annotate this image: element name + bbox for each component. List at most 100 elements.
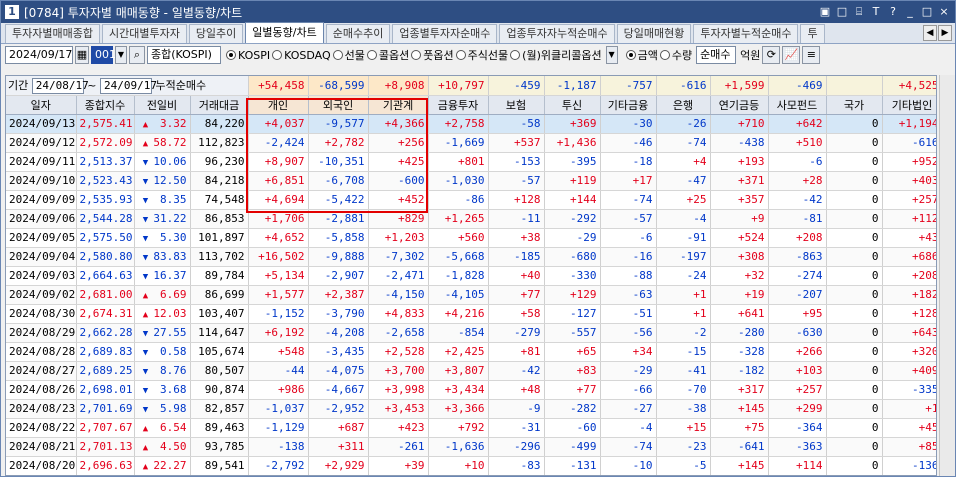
column-header[interactable]: 금융투자 <box>428 95 489 115</box>
market-radio-3[interactable]: 콜옵션 <box>366 47 409 63</box>
date-cell: 2024/08/20 <box>6 456 77 475</box>
weekly-dropdown-icon[interactable]: ▼ <box>605 46 618 64</box>
column-header[interactable]: 일자 <box>6 95 77 115</box>
value-cell: +6,851 <box>248 171 309 191</box>
table-row[interactable]: 2024/08/26 2,698.01 ▼ 3.68 90,874 +986 -4,667 +… <box>6 380 936 400</box>
table-row[interactable]: 2024/08/29 2,662.28 ▼ 27.55 114,647 +6,192 -4,… <box>6 323 936 343</box>
column-header[interactable]: 연기금등 <box>710 95 769 115</box>
chart-icon[interactable]: 📈 <box>782 46 801 64</box>
table-row[interactable]: 2024/08/30 2,674.31 ▲ 12.03 103,407 -1,152 -3,… <box>6 304 936 324</box>
column-header[interactable]: 개인 <box>248 95 309 115</box>
volume-cell: 96,230 <box>190 152 249 172</box>
table-row[interactable]: 2024/08/22 2,707.67 ▲ 6.54 89,463 -1,129 +687 +… <box>6 418 936 438</box>
dropdown-icon[interactable]: ▼ <box>115 46 127 64</box>
value-cell: -2 <box>656 323 711 343</box>
market-radio-0[interactable]: KOSPI <box>226 49 270 62</box>
window-button-7[interactable]: × <box>937 4 951 19</box>
value-cell: +95 <box>768 304 827 324</box>
search-icon[interactable]: ⌕ <box>129 46 145 64</box>
tab-7[interactable]: 당일매매현황 <box>616 24 692 43</box>
volume-cell: 80,507 <box>190 361 249 381</box>
table-row[interactable]: 2024/08/27 2,689.25 ▼ 8.76 80,507 -44 -4,075 +3… <box>6 361 936 381</box>
window-button-0[interactable]: ▣ <box>818 4 832 19</box>
value-cell: -274 <box>768 266 827 286</box>
vertical-scrollbar[interactable] <box>939 75 955 476</box>
value-cell: -1,636 <box>428 437 489 457</box>
table-row[interactable]: 2024/09/10 2,523.43 ▼ 12.50 84,218 +6,851 -6,7… <box>6 171 936 191</box>
unit-label: 억원 <box>740 49 761 62</box>
value-cell: -3,790 <box>308 304 369 324</box>
column-header[interactable]: 거래대금 <box>190 95 249 115</box>
window-button-6[interactable]: □ <box>920 4 934 19</box>
table-row[interactable]: 2024/09/03 2,664.63 ▼ 16.37 89,784 +5,134 -2,9… <box>6 266 936 286</box>
column-header[interactable]: 기타금융 <box>600 95 657 115</box>
column-header[interactable]: 외국인 <box>308 95 369 115</box>
calendar-icon[interactable]: ▦ <box>75 46 89 64</box>
value-cell: +4,216 <box>428 304 489 324</box>
down-arrow-icon: ▼ <box>142 329 149 339</box>
change-cell: ▲ 6.69 <box>134 285 191 305</box>
window-button-4[interactable]: ? <box>886 4 900 19</box>
window-button-5[interactable]: _ <box>903 4 917 19</box>
tab-2[interactable]: 당일추이 <box>188 24 244 43</box>
market-radio-6[interactable]: (월)위클리콜옵션 <box>510 47 602 63</box>
tab-3[interactable]: 일별동향/차트 <box>245 22 324 43</box>
column-header[interactable]: 투신 <box>544 95 601 115</box>
value-cell: -395 <box>544 152 601 172</box>
table-row[interactable]: 2024/09/04 2,580.80 ▼ 83.83 113,702 +16,502 -9… <box>6 247 936 267</box>
tab-nav-0[interactable]: ◀ <box>923 25 937 41</box>
volume-cell: 86,853 <box>190 209 249 229</box>
tab-1[interactable]: 시간대별투자자 <box>101 24 187 43</box>
column-header[interactable]: 종합지수 <box>76 95 135 115</box>
date-input[interactable]: 2024/09/17 <box>5 46 73 64</box>
unit-radio-0[interactable]: 금액 <box>625 47 658 63</box>
value-cell: 0 <box>826 209 883 229</box>
window-button-3[interactable]: T <box>869 4 883 19</box>
table-row[interactable]: 2024/09/12 2,572.09 ▲ 58.72 112,823 -2,424 +2,… <box>6 133 936 153</box>
value-cell: -56 <box>882 475 937 476</box>
table-row[interactable]: 2024/08/20 2,696.63 ▲ 22.27 89,541 -2,792 +2,9… <box>6 456 936 475</box>
table-row[interactable]: 2024/08/192,674.36▼22.8792,625+1,387-1,1… <box>6 475 937 476</box>
tab-6[interactable]: 업종투자자누적순매수 <box>499 24 615 43</box>
period-to[interactable]: 24/09/17 <box>99 77 157 94</box>
table-row[interactable]: 2024/09/05 2,575.50 ▼ 5.30 101,897 +4,652 -5,8… <box>6 228 936 248</box>
index-cell: 2,513.37 <box>76 152 135 172</box>
tab-nav-1[interactable]: ▶ <box>938 25 952 41</box>
table-row[interactable]: 2024/09/11 2,513.37 ▼ 10.06 96,230 +8,907 -10,… <box>6 152 936 172</box>
table-row[interactable]: 2024/09/09 2,535.93 ▼ 8.35 74,548 +4,694 -5,42… <box>6 190 936 210</box>
market-radio-5[interactable]: 주식선물 <box>455 47 508 63</box>
market-radio-2[interactable]: 선물 <box>332 47 365 63</box>
value-cell: -197 <box>656 247 711 267</box>
column-header[interactable]: 사모펀드 <box>768 95 827 115</box>
unit-radio-1[interactable]: 수량 <box>659 47 692 63</box>
refresh-icon[interactable]: ⟳ <box>762 46 781 64</box>
change-cell: ▼ 5.30 <box>134 228 191 248</box>
table-row[interactable]: 2024/08/28 2,689.83 ▼ 0.58 105,674 +548 -3,435… <box>6 342 936 362</box>
window-button-1[interactable]: □ <box>835 4 849 19</box>
value-cell: -616 <box>882 133 936 153</box>
netbuy-select[interactable]: 순매수 <box>696 46 737 64</box>
column-header[interactable]: 전일비 <box>134 95 191 115</box>
market-radio-1[interactable]: KOSDAQ <box>272 49 331 62</box>
tab-5[interactable]: 업종별투자자순매수 <box>392 24 498 43</box>
settings-icon[interactable]: ≡ <box>802 46 821 64</box>
column-header[interactable]: 국가 <box>826 95 883 115</box>
market-radio-4[interactable]: 풋옵션 <box>411 47 454 63</box>
table-row[interactable]: 2024/09/02 2,681.00 ▲ 6.69 86,699 +1,577 +2,38… <box>6 285 936 305</box>
column-header[interactable]: 기타법인 <box>882 95 936 115</box>
table-row[interactable]: 2024/08/23 2,701.69 ▼ 5.98 82,857 -1,037 -2,95… <box>6 399 936 419</box>
tab-4[interactable]: 순매수추이 <box>325 24 391 43</box>
table-row[interactable]: 2024/09/06 2,544.28 ▼ 31.22 86,853 +1,706 -2,8… <box>6 209 936 229</box>
column-header[interactable]: 보험 <box>488 95 545 115</box>
table-row[interactable]: 2024/09/13 2,575.41 ▲ 3.32 84,220 +4,037 -9,57… <box>6 114 936 134</box>
tab-9[interactable]: 투 <box>800 24 825 43</box>
market-code-input[interactable]: 001 <box>91 46 116 64</box>
column-header[interactable]: 은행 <box>656 95 711 115</box>
tab-0[interactable]: 투자자별매매종합 <box>5 24 100 43</box>
table-row[interactable]: 2024/08/21 2,701.13 ▲ 4.50 93,785 -138 +311 -26… <box>6 437 936 457</box>
column-header[interactable]: 기관계 <box>368 95 429 115</box>
window-button-2[interactable]: ⌸ <box>852 4 866 19</box>
value-cell: +9 <box>710 209 769 229</box>
period-from[interactable]: 24/08/17 <box>31 77 89 94</box>
tab-8[interactable]: 투자자별누적순매수 <box>693 24 799 43</box>
